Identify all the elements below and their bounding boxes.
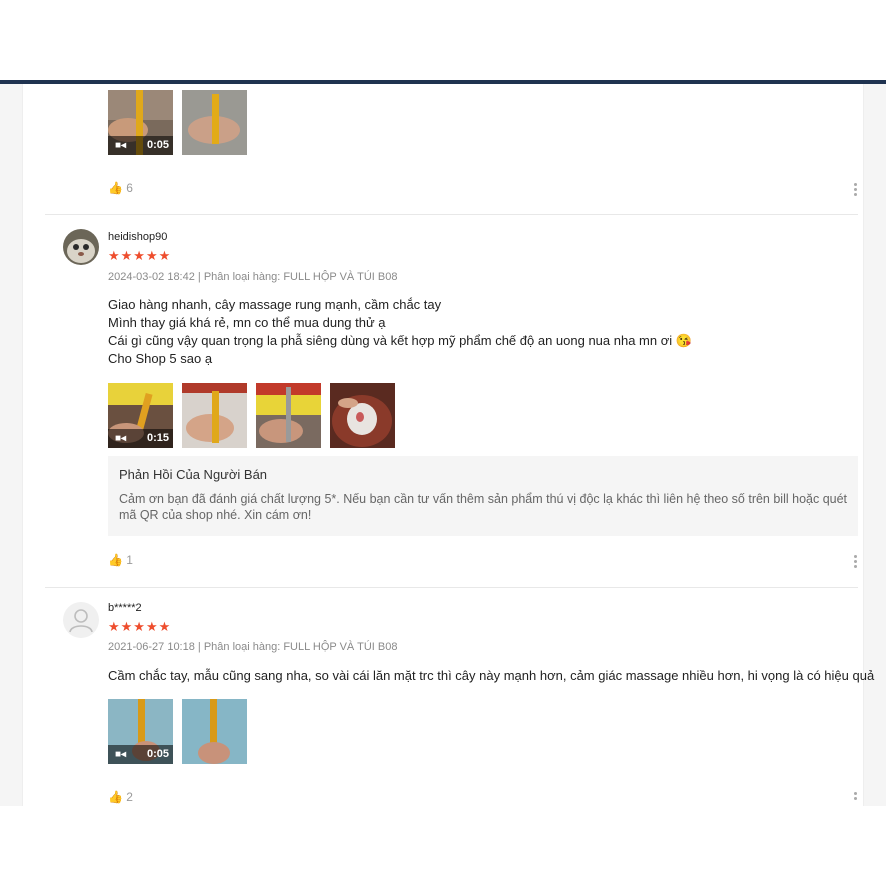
review-meta: 2024-03-02 18:42 | Phân loại hàng: FULL … <box>108 271 398 283</box>
more-options-button[interactable] <box>854 183 858 198</box>
star-rating: ★★★★★ <box>108 248 172 263</box>
more-vertical-icon <box>854 183 857 186</box>
review-item: heidishop90 ★★★★★ 2024-03-02 18:42 | Phâ… <box>45 215 858 587</box>
avatar[interactable] <box>63 602 99 638</box>
review-item: ■◂ 0:05 👍 6 <box>45 84 858 214</box>
video-camera-icon: ■◂ <box>115 433 127 444</box>
page-gutter-left <box>0 84 23 806</box>
review-text-line: Giao hàng nhanh, cây massage rung mạnh, … <box>108 297 442 312</box>
thumbs-up-icon: 👍 <box>108 790 123 804</box>
seller-reply-title: Phản Hồi Của Người Bán <box>119 467 268 482</box>
review-image-thumbnail[interactable] <box>182 699 247 764</box>
like-count: 1 <box>126 553 133 567</box>
more-options-button[interactable] <box>854 792 858 802</box>
page-gutter-right <box>863 84 886 806</box>
review-video-thumbnail[interactable]: ■◂ 0:15 <box>108 383 173 448</box>
review-video-thumbnail[interactable]: ■◂ 0:05 <box>108 90 173 155</box>
review-image-thumbnail[interactable] <box>182 90 247 155</box>
thumbs-up-icon: 👍 <box>108 553 123 567</box>
review-photo <box>256 383 321 448</box>
video-camera-icon: ■◂ <box>115 140 127 151</box>
review-photo <box>182 383 247 448</box>
review-text: Giao hàng nhanh, cây massage rung mạnh, … <box>108 296 692 368</box>
review-text-line: Mình thay giá khá rẻ, mn co thể mua dung… <box>108 315 386 330</box>
more-vertical-icon <box>854 792 857 795</box>
seller-reply-text: Cảm ơn bạn đã đánh giá chất lượng 5*. Nế… <box>119 492 848 522</box>
more-options-button[interactable] <box>854 555 858 570</box>
review-text: Cầm chắc tay, mẫu cũng sang nha, so vài … <box>108 667 874 685</box>
review-image-thumbnail[interactable] <box>182 383 247 448</box>
video-duration-bar: ■◂ 0:15 <box>108 429 173 448</box>
video-duration-bar: ■◂ 0:05 <box>108 136 173 155</box>
like-button[interactable]: 👍 6 <box>108 181 133 195</box>
video-duration-bar: ■◂ 0:05 <box>108 745 173 764</box>
review-photo <box>182 90 247 155</box>
user-icon <box>69 609 93 633</box>
like-button[interactable]: 👍 2 <box>108 790 133 804</box>
reviewer-username[interactable]: b*****2 <box>108 602 142 614</box>
like-button[interactable]: 👍 1 <box>108 553 133 567</box>
review-image-thumbnail[interactable] <box>256 383 321 448</box>
reviewer-username[interactable]: heidishop90 <box>108 231 167 243</box>
video-duration: 0:05 <box>146 139 169 151</box>
video-duration: 0:15 <box>146 432 169 444</box>
video-camera-icon: ■◂ <box>115 749 127 760</box>
review-item: b*****2 ★★★★★ 2021-06-27 10:18 | Phân lo… <box>45 588 874 806</box>
more-vertical-icon <box>854 555 857 558</box>
video-duration: 0:05 <box>146 748 169 760</box>
like-count: 6 <box>126 181 133 195</box>
review-text-line: Cho Shop 5 sao ạ <box>108 351 213 366</box>
seller-reply: Phản Hồi Của Người Bán Cảm ơn bạn đã đán… <box>108 456 858 536</box>
star-rating: ★★★★★ <box>108 619 172 634</box>
user-avatar-image <box>63 229 99 265</box>
thumbs-up-icon: 👍 <box>108 181 123 195</box>
review-image-thumbnail[interactable] <box>330 383 395 448</box>
review-photo <box>330 383 395 448</box>
review-text-line: Cái gì cũng vậy quan trọng la phẫ siêng … <box>108 333 692 348</box>
like-count: 2 <box>126 790 133 804</box>
review-text-line: Cầm chắc tay, mẫu cũng sang nha, so vài … <box>108 668 875 683</box>
review-meta: 2021-06-27 10:18 | Phân loại hàng: FULL … <box>108 641 398 653</box>
avatar[interactable] <box>63 229 99 265</box>
review-photo <box>182 699 247 764</box>
review-video-thumbnail[interactable]: ■◂ 0:05 <box>108 699 173 764</box>
